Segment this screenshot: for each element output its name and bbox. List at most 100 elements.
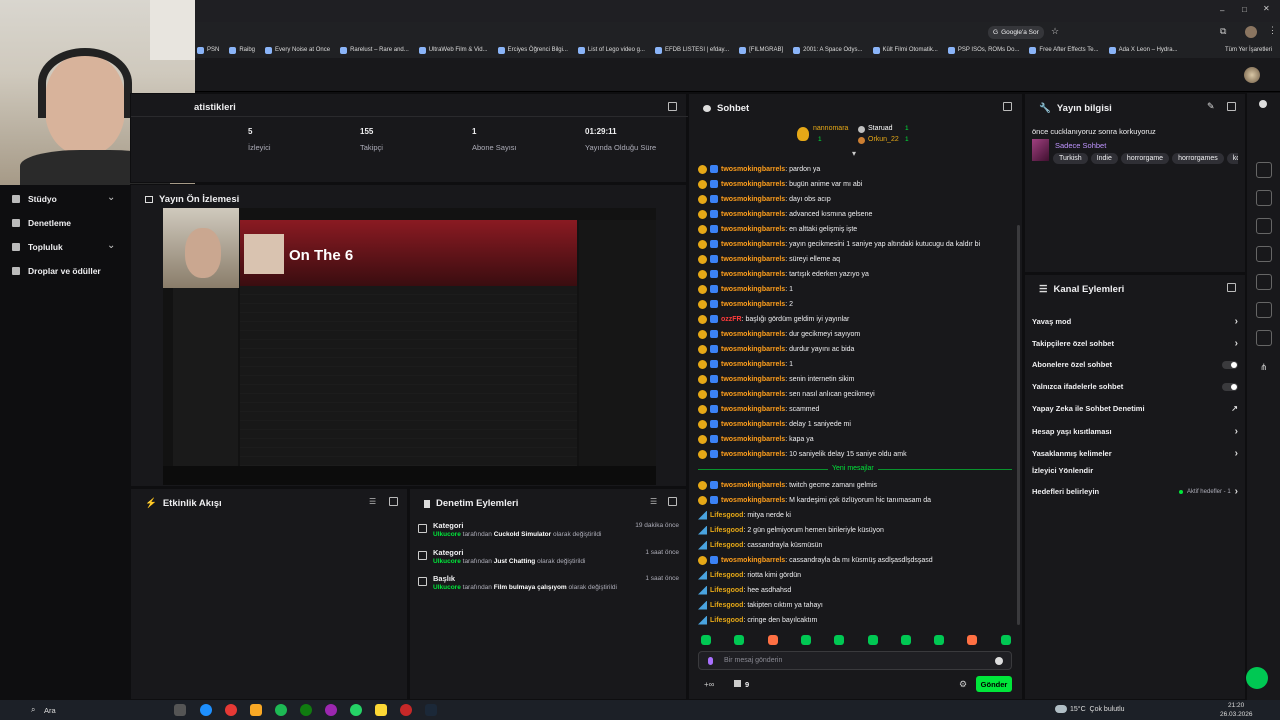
- user-avatar[interactable]: [1244, 67, 1260, 83]
- stream-preview-video[interactable]: On The 6: [163, 208, 656, 485]
- nav-item-moderation[interactable]: Denetleme: [12, 218, 71, 228]
- emote-icon[interactable]: [934, 635, 945, 645]
- leader-3-name[interactable]: Orkun_22: [868, 136, 899, 143]
- extensions-icon[interactable]: ⧉: [1220, 26, 1226, 37]
- chat-username[interactable]: twosmokingbarrels: [721, 376, 785, 383]
- channel-action-row[interactable]: Yavaş mod ›: [1032, 316, 1238, 327]
- bookmark-item[interactable]: 2001: A Space Odys...: [793, 46, 863, 54]
- chat-username[interactable]: twosmokingbarrels: [721, 346, 785, 353]
- nav-item-studio[interactable]: Stüdyo: [12, 194, 57, 204]
- channel-action-row[interactable]: Takipçilere özel sohbet ›: [1032, 338, 1238, 349]
- chevron-right-icon[interactable]: ›: [1235, 338, 1238, 349]
- chat-username[interactable]: Lifesgood: [710, 572, 743, 579]
- chat-settings-icon[interactable]: ⚙: [959, 679, 967, 690]
- mod-action-user[interactable]: Ulkucore: [433, 558, 461, 565]
- emote-icon[interactable]: [701, 635, 711, 645]
- chat-username[interactable]: twosmokingbarrels: [721, 226, 785, 233]
- bookmark-item[interactable]: Rarelust – Rare and...: [340, 46, 409, 54]
- whatsapp-icon[interactable]: [350, 704, 362, 716]
- chat-username[interactable]: Lifesgood: [710, 602, 743, 609]
- chevron-right-icon[interactable]: ›: [1235, 486, 1238, 497]
- floating-support-button[interactable]: [1246, 667, 1268, 689]
- emote-icon[interactable]: [767, 635, 778, 645]
- minimize-icon[interactable]: –: [1220, 6, 1224, 15]
- mod-action-user[interactable]: Ulkucore: [433, 584, 461, 591]
- bookmark-item[interactable]: Kült Filmi Otomatik...: [872, 46, 938, 54]
- emote-icon[interactable]: [900, 635, 911, 645]
- filter-icon[interactable]: ☰: [650, 497, 657, 506]
- bookmark-item[interactable]: EFDB LISTESI | efday...: [654, 46, 729, 54]
- stream-tag[interactable]: Indie: [1090, 153, 1118, 164]
- chat-username[interactable]: twosmokingbarrels: [721, 557, 785, 564]
- leader-2-name[interactable]: Staruad: [868, 125, 893, 132]
- popout-icon[interactable]: [668, 497, 677, 506]
- browser-menu-icon[interactable]: ⋮: [1268, 25, 1277, 36]
- chat-username[interactable]: twosmokingbarrels: [721, 181, 785, 188]
- chat-username[interactable]: twosmokingbarrels: [721, 421, 785, 428]
- chat-username[interactable]: Lifesgood: [710, 542, 743, 549]
- chat-username[interactable]: ozzFR: [721, 316, 742, 323]
- stream-tag[interactable]: horrorgame: [1120, 153, 1170, 164]
- gift-icon[interactable]: [734, 680, 741, 687]
- chat-username[interactable]: twosmokingbarrels: [721, 482, 785, 489]
- popout-icon[interactable]: [1003, 102, 1012, 111]
- weather-text[interactable]: 15°C Çok bulutlu: [1070, 706, 1125, 713]
- chat-username[interactable]: twosmokingbarrels: [721, 451, 785, 458]
- leader-1-name[interactable]: nannomara: [813, 125, 848, 132]
- stream-tag[interactable]: kor: [1226, 153, 1238, 164]
- rail-share-icon[interactable]: ⋔: [1260, 362, 1268, 373]
- obs-icon[interactable]: [325, 704, 337, 716]
- chat-username[interactable]: twosmokingbarrels: [721, 331, 785, 338]
- rail-camera-icon[interactable]: [1256, 162, 1272, 178]
- rail-document-icon[interactable]: [1256, 218, 1272, 234]
- stream-tag[interactable]: Turkish: [1053, 153, 1088, 164]
- steam-icon[interactable]: [425, 704, 437, 716]
- bookmark-item[interactable]: PSP ISOs, ROMs Do...: [947, 46, 1019, 54]
- toggle-switch[interactable]: [1222, 360, 1238, 369]
- emote-icon[interactable]: [1000, 635, 1011, 645]
- popout-icon[interactable]: [1227, 283, 1236, 292]
- toggle-switch[interactable]: [1222, 382, 1238, 391]
- emoji-icon[interactable]: [995, 657, 1003, 665]
- chevron-right-icon[interactable]: ›: [1235, 448, 1238, 459]
- chat-input[interactable]: Bir mesaj gönderin: [698, 651, 1012, 670]
- category-name[interactable]: Sadece Sohbet: [1055, 141, 1106, 150]
- mod-action-user[interactable]: Ulkucore: [433, 531, 461, 538]
- emote-icon[interactable]: [967, 635, 978, 645]
- chat-username[interactable]: twosmokingbarrels: [721, 286, 785, 293]
- filter-icon[interactable]: ☰: [369, 497, 376, 506]
- chat-username[interactable]: twosmokingbarrels: [721, 271, 785, 278]
- search-icon[interactable]: ⌕: [31, 705, 35, 715]
- bookmark-item[interactable]: Erciyes Öğrenci Bilgi...: [497, 46, 568, 54]
- chat-username[interactable]: Lifesgood: [710, 527, 743, 534]
- emote-icon[interactable]: [834, 635, 845, 645]
- bookmark-item[interactable]: Free After Effects Te...: [1029, 46, 1099, 54]
- google-search-chip[interactable]: G Google'a Sor: [988, 26, 1044, 39]
- rail-layout-icon[interactable]: [1256, 302, 1272, 318]
- taskbar-search-label[interactable]: Ara: [44, 706, 56, 715]
- notes-icon[interactable]: [375, 704, 387, 716]
- rail-lightning-icon[interactable]: [1256, 190, 1272, 206]
- emote-icon[interactable]: [734, 635, 745, 645]
- chat-username[interactable]: Lifesgood: [710, 512, 743, 519]
- maximize-icon[interactable]: □: [1242, 5, 1247, 14]
- chat-username[interactable]: twosmokingbarrels: [721, 391, 785, 398]
- record-icon[interactable]: [400, 704, 412, 716]
- channel-points-icon[interactable]: +∞: [704, 680, 714, 689]
- bookmark-item[interactable]: Ada X Leon – Hydra...: [1108, 46, 1178, 54]
- chevron-down-icon[interactable]: ⌄: [107, 192, 115, 203]
- channel-action-row[interactable]: Yasaklanmış kelimeler ›: [1032, 448, 1238, 459]
- popout-icon[interactable]: [389, 497, 398, 506]
- chat-scrollbar[interactable]: [1017, 225, 1020, 625]
- chat-username[interactable]: twosmokingbarrels: [721, 256, 785, 263]
- bookmark-item[interactable]: UltraWeb Film & Vid...: [418, 46, 488, 54]
- channel-action-row[interactable]: Yalnızca ifadelerle sohbet: [1032, 382, 1238, 391]
- chat-username[interactable]: twosmokingbarrels: [721, 406, 785, 413]
- microphone-icon[interactable]: [708, 657, 713, 665]
- channel-action-row[interactable]: Yapay Zeka ile Sohbet Denetimi ↗: [1032, 404, 1238, 413]
- stream-tag[interactable]: horrorgames: [1172, 153, 1224, 164]
- chat-username[interactable]: twosmokingbarrels: [721, 196, 785, 203]
- chat-username[interactable]: Lifesgood: [710, 587, 743, 594]
- channel-action-row[interactable]: İzleyici Yönlendir: [1032, 466, 1238, 475]
- clock-time[interactable]: 21:20: [1228, 702, 1244, 709]
